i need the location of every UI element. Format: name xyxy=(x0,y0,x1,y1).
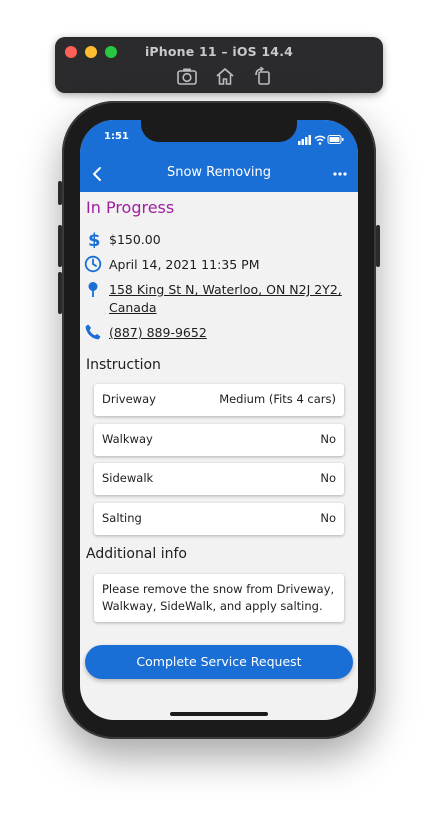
status-time: 1:51 xyxy=(104,131,129,142)
clock-icon xyxy=(84,255,102,273)
phone-row: (887) 889-9652 xyxy=(84,323,354,341)
instruction-row-salting: Salting No xyxy=(94,503,344,535)
instruction-label: Walkway xyxy=(102,432,153,446)
instruction-title: Instruction xyxy=(86,357,161,373)
additional-info-text: Please remove the snow from Driveway, Wa… xyxy=(102,582,335,613)
price-value: $150.00 xyxy=(109,232,161,247)
datetime-value: April 14, 2021 11:35 PM xyxy=(109,257,260,272)
instruction-row-driveway: Driveway Medium (Fits 4 cars) xyxy=(94,384,344,416)
chevron-left-icon[interactable] xyxy=(88,164,108,184)
address-row: 158 King St N, Waterloo, ON N2J 2Y2, Can… xyxy=(84,280,354,318)
home-indicator[interactable] xyxy=(170,712,268,716)
complete-service-request-button[interactable]: Complete Service Request xyxy=(85,645,353,679)
additional-info-card: Please remove the snow from Driveway, Wa… xyxy=(94,574,344,622)
instruction-label: Driveway xyxy=(102,392,156,406)
status-icons xyxy=(298,131,344,145)
map-pin-icon xyxy=(84,280,102,298)
status-heading: In Progress xyxy=(86,198,175,217)
phone-icon xyxy=(84,323,102,341)
signal-icon xyxy=(298,135,311,145)
svg-text:$: $ xyxy=(88,230,101,248)
instruction-value: No xyxy=(320,471,336,485)
datetime-row: April 14, 2021 11:35 PM xyxy=(84,255,354,273)
nav-bar: Snow Removing xyxy=(80,156,358,192)
address-link[interactable]: 158 King St N, Waterloo, ON N2J 2Y2, Can… xyxy=(109,281,349,317)
additional-info-title: Additional info xyxy=(86,546,187,562)
simulator-title: iPhone 11 – iOS 14.4 xyxy=(144,44,294,59)
phone-link[interactable]: (887) 889-9652 xyxy=(109,324,207,342)
home-icon[interactable] xyxy=(214,66,236,86)
instruction-row-sidewalk: Sidewalk No xyxy=(94,463,344,495)
instruction-label: Salting xyxy=(102,511,142,525)
dollar-icon: $ xyxy=(84,230,102,251)
price-row: $ $150.00 xyxy=(84,230,354,251)
instruction-value: No xyxy=(320,432,336,446)
instruction-row-walkway: Walkway No xyxy=(94,424,344,456)
volume-down-button xyxy=(58,272,62,314)
instruction-value: No xyxy=(320,511,336,525)
phone-screen: 1:51 Snow Removing In Progress $ $150.00… xyxy=(80,120,358,720)
silent-switch xyxy=(58,181,62,205)
power-button xyxy=(376,225,380,267)
instruction-label: Sidewalk xyxy=(102,471,154,485)
volume-up-button xyxy=(58,225,62,267)
page-title: Snow Removing xyxy=(166,165,272,180)
battery-icon xyxy=(327,135,344,144)
screenshot-icon[interactable] xyxy=(176,66,198,86)
more-dots-icon[interactable] xyxy=(330,164,350,184)
rotate-icon[interactable] xyxy=(252,66,274,86)
simulator-tools xyxy=(176,66,272,86)
simulator-toolbar: iPhone 11 – iOS 14.4 xyxy=(55,37,383,93)
notch xyxy=(141,120,297,142)
wifi-icon xyxy=(314,135,326,145)
instruction-value: Medium (Fits 4 cars) xyxy=(219,392,336,406)
